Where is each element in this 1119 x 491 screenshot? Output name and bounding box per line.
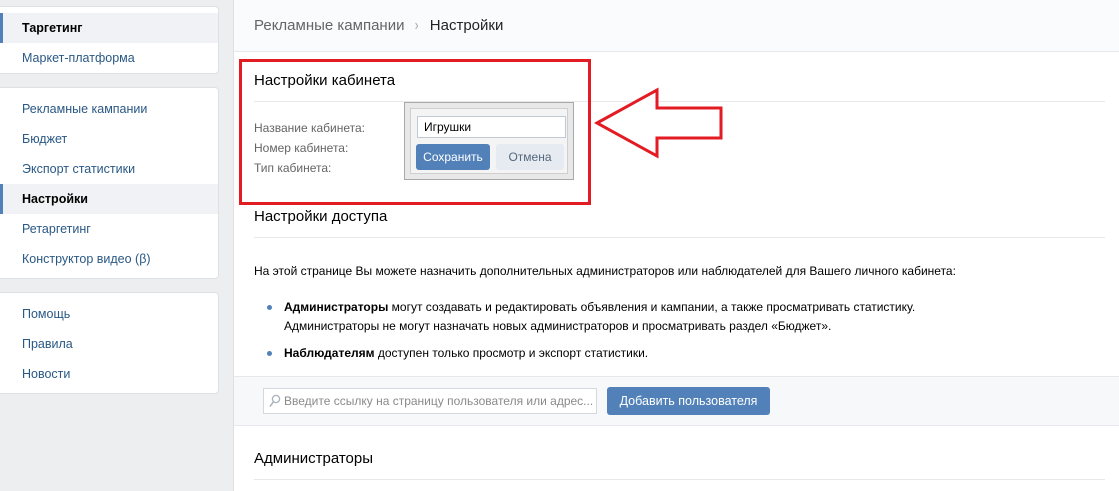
divider bbox=[254, 237, 1105, 238]
sidebar-item-market-platform[interactable]: Маркет-платформа bbox=[0, 43, 218, 73]
divider bbox=[254, 479, 1105, 480]
add-user-button[interactable]: Добавить пользователя bbox=[607, 387, 770, 415]
cabinet-settings-title: Настройки кабинета bbox=[254, 72, 396, 89]
observers-term: Наблюдателям bbox=[284, 346, 375, 360]
administrators-term: Администраторы bbox=[284, 300, 389, 314]
sidebar-item-video-constructor[interactable]: Конструктор видео (β) bbox=[0, 244, 218, 274]
observers-text: доступен только просмотр и экспорт стати… bbox=[374, 346, 649, 360]
sidebar-middle-block: Рекламные кампании Бюджет Экспорт статис… bbox=[0, 87, 219, 279]
sidebar-item-retargeting[interactable]: Ретаргетинг bbox=[0, 214, 218, 244]
sidebar-item-campaigns[interactable]: Рекламные кампании bbox=[0, 94, 218, 124]
administrators-text: могут создавать и редактировать объявлен… bbox=[388, 300, 916, 314]
bullet-icon bbox=[267, 305, 272, 310]
add-user-bar: Добавить пользователя bbox=[234, 376, 1119, 426]
edit-popup-inner: Сохранить Отмена bbox=[410, 108, 568, 174]
access-settings-title: Настройки доступа bbox=[254, 208, 388, 225]
sidebar-top-block: Таргетинг Маркет-платформа bbox=[0, 6, 219, 74]
breadcrumb-current: Настройки bbox=[429, 17, 504, 34]
cabinet-number-label: Номер кабинета: bbox=[254, 141, 349, 155]
sidebar-item-export-stats[interactable]: Экспорт статистики bbox=[0, 154, 218, 184]
sidebar-item-help[interactable]: Помощь bbox=[0, 299, 218, 329]
breadcrumb-link-campaigns[interactable]: Рекламные кампании bbox=[254, 17, 404, 34]
access-description: На этой странице Вы можете назначить доп… bbox=[254, 264, 956, 278]
administrators-title: Администраторы bbox=[254, 450, 374, 467]
list-item-administrators: Администраторы могут создавать и редакти… bbox=[267, 298, 916, 336]
sidebar-item-news[interactable]: Новости bbox=[0, 359, 218, 389]
arrow-left-icon bbox=[594, 87, 723, 159]
cabinet-name-edit-popup: Сохранить Отмена bbox=[404, 102, 574, 180]
main-panel: Рекламные кампании › Настройки Настройки… bbox=[233, 0, 1119, 491]
cabinet-type-label: Тип кабинета: bbox=[254, 161, 332, 175]
sidebar-item-settings[interactable]: Настройки bbox=[0, 184, 218, 214]
breadcrumb: Рекламные кампании › Настройки bbox=[234, 0, 1119, 52]
cancel-button[interactable]: Отмена bbox=[496, 144, 564, 170]
list-item-observers: Наблюдателям доступен только просмотр и … bbox=[267, 344, 649, 363]
cabinet-name-input[interactable] bbox=[417, 116, 566, 138]
bullet-icon bbox=[267, 351, 272, 356]
administrators-text-line2: Администраторы не могут назначать новых … bbox=[284, 319, 832, 333]
sidebar-item-budget[interactable]: Бюджет bbox=[0, 124, 218, 154]
search-icon bbox=[269, 394, 281, 407]
sidebar-item-targeting[interactable]: Таргетинг bbox=[0, 13, 218, 43]
cabinet-name-label: Название кабинета: bbox=[254, 121, 365, 135]
chevron-right-icon: › bbox=[415, 16, 419, 34]
user-search-input[interactable] bbox=[284, 389, 594, 413]
sidebar-item-rules[interactable]: Правила bbox=[0, 329, 218, 359]
sidebar-bottom-block: Помощь Правила Новости bbox=[0, 292, 219, 394]
user-search-field[interactable] bbox=[263, 388, 597, 414]
save-button[interactable]: Сохранить bbox=[416, 144, 490, 170]
